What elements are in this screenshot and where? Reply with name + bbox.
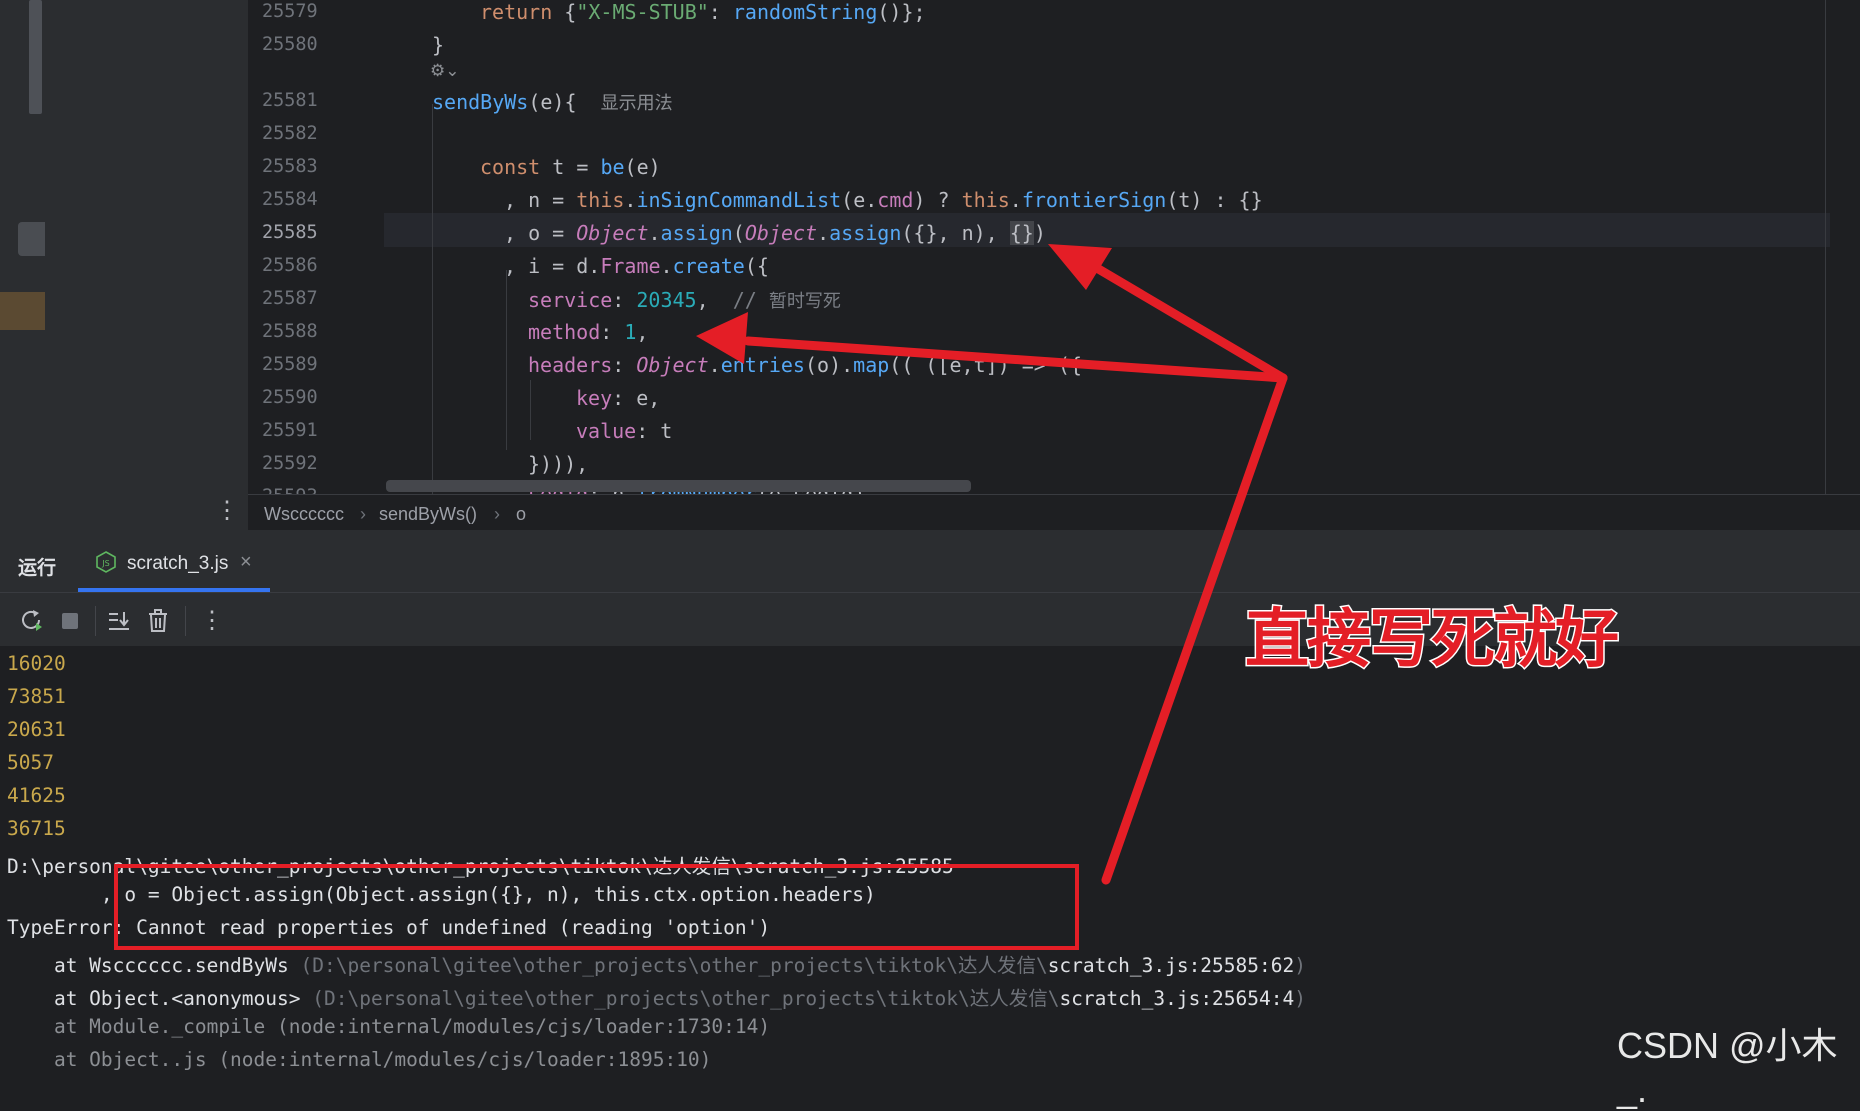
watermark: CSDN @小木_. (1617, 1025, 1838, 1110)
annotation-highlight-box (114, 864, 1079, 950)
annotation-text: 直接写死就好 (1244, 602, 1621, 677)
